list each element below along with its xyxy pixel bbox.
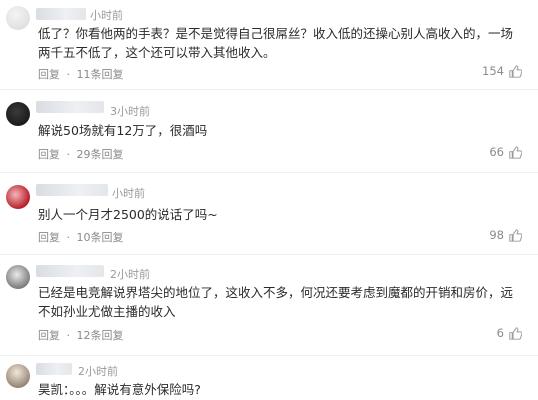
replies-count-link[interactable]: 29条回复 (77, 148, 124, 161)
comment-item: 3小时前 解说50场就有12万了，很酒吗 回复 · 29条回复 66 (0, 90, 538, 172)
reply-button[interactable]: 回复 (38, 148, 60, 161)
comment-time: 2小时前 (78, 365, 118, 378)
avatar[interactable] (6, 364, 30, 388)
reply-button[interactable]: 回复 (38, 231, 60, 244)
like-count: 98 (489, 228, 504, 242)
username-blurred[interactable] (36, 363, 72, 375)
comment-actions: 回复 · 10条回复 (38, 229, 124, 245)
comment-item: 2小时前 昊凯：。。。解说有意外保险吗? (0, 356, 538, 400)
like-button[interactable]: 6 (497, 326, 522, 340)
reply-button[interactable]: 回复 (38, 68, 60, 81)
username-blurred[interactable] (36, 265, 104, 277)
like-count: 66 (489, 145, 504, 159)
like-button[interactable]: 154 (482, 64, 522, 78)
thumbs-up-icon (509, 228, 522, 242)
like-button[interactable]: 98 (489, 228, 522, 242)
comment-time: 3小时前 (110, 105, 150, 118)
action-separator: · (66, 231, 71, 244)
comment-time: 小时前 (112, 187, 145, 200)
action-separator: · (66, 68, 71, 81)
replies-count-link[interactable]: 11条回复 (77, 68, 124, 81)
username-blurred[interactable] (36, 8, 86, 20)
thumbs-up-icon (509, 145, 522, 159)
comment-item: 小时前 低了？你看他两的手表？是不是觉得自己很屌丝？收入低的还操心别人高收入的，… (0, 0, 538, 88)
action-separator: · (66, 148, 71, 161)
comment-text: 已经是电竞解说界塔尖的地位了，这收入不多，何况还要考虑到魔都的开销和房价，远不如… (38, 285, 514, 319)
avatar[interactable] (6, 102, 30, 126)
username-blurred[interactable] (36, 184, 108, 196)
comment-text: 昊凯：。。。解说有意外保险吗? (38, 382, 201, 397)
comment-actions: 回复 · 11条回复 (38, 66, 124, 82)
replies-count-link[interactable]: 10条回复 (77, 231, 124, 244)
comment-item: 2小时前 已经是电竞解说界塔尖的地位了，这收入不多，何况还要考虑到魔都的开销和房… (0, 255, 538, 355)
comment-time: 小时前 (90, 9, 123, 22)
comment-text: 解说50场就有12万了，很酒吗 (38, 123, 208, 138)
avatar[interactable] (6, 185, 30, 209)
action-separator: · (66, 329, 71, 342)
comment-text: 别人一个月才2500的说话了吗~ (38, 207, 218, 222)
comment-text: 低了？你看他两的手表？是不是觉得自己很屌丝？收入低的还操心别人高收入的，一场两千… (38, 26, 514, 60)
like-count: 6 (496, 326, 504, 340)
username-blurred[interactable] (36, 101, 104, 113)
avatar[interactable] (6, 6, 30, 30)
avatar[interactable] (6, 265, 30, 289)
reply-button[interactable]: 回复 (38, 329, 60, 342)
thumbs-up-icon (509, 326, 522, 340)
replies-count-link[interactable]: 12条回复 (77, 329, 124, 342)
comment-actions: 回复 · 29条回复 (38, 146, 124, 162)
comment-item: 小时前 别人一个月才2500的说话了吗~ 回复 · 10条回复 98 (0, 173, 538, 253)
like-count: 154 (482, 64, 504, 78)
like-button[interactable]: 66 (489, 145, 522, 159)
thumbs-up-icon (509, 64, 522, 78)
comment-actions: 回复 · 12条回复 (38, 327, 124, 343)
comment-time: 2小时前 (110, 268, 150, 281)
